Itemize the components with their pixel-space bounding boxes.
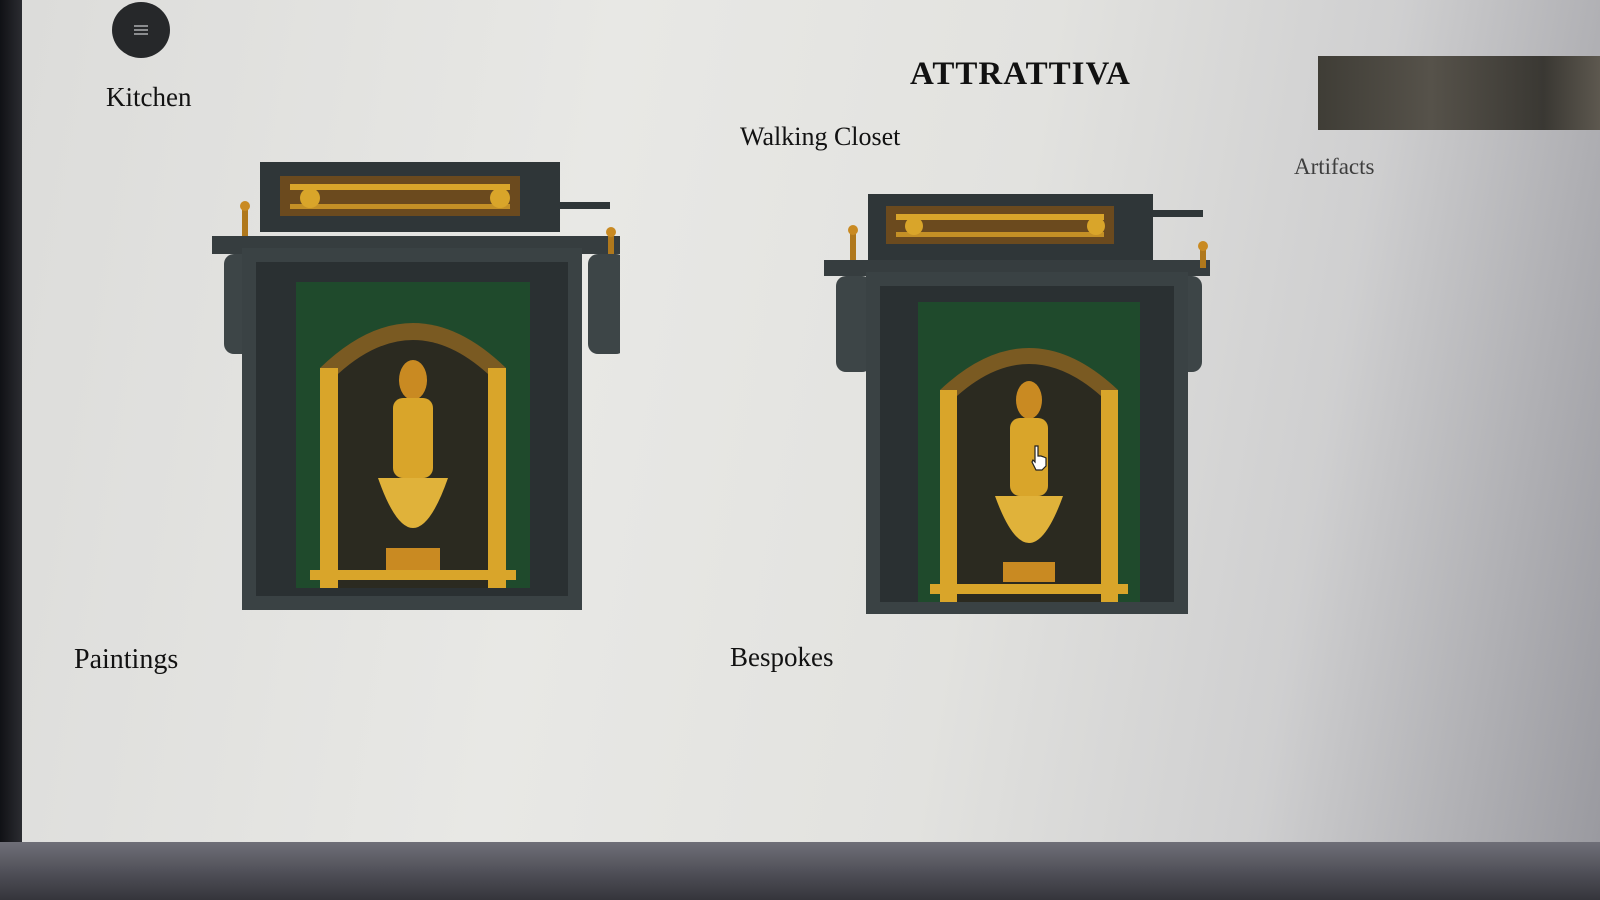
menu-button[interactable] xyxy=(112,2,170,58)
nav-link-kitchen[interactable]: Kitchen xyxy=(106,82,191,113)
gallery-image-2[interactable] xyxy=(800,190,1210,615)
gallery-image-1[interactable] xyxy=(190,158,620,613)
hamburger-icon xyxy=(134,25,148,35)
nav-link-bespokes[interactable]: Bespokes xyxy=(730,642,834,673)
page-screen: Kitchen ATTRATTIVA Walking Closet Artifa… xyxy=(22,0,1600,842)
monitor-bezel-bottom xyxy=(0,842,1600,900)
nav-link-paintings[interactable]: Paintings xyxy=(74,644,178,676)
hand-cursor-icon xyxy=(1031,445,1047,471)
nav-link-artifacts[interactable]: Artifacts xyxy=(1294,154,1374,180)
site-title[interactable]: ATTRATTIVA xyxy=(910,56,1131,93)
header-image xyxy=(1318,56,1600,130)
monitor-bezel-left xyxy=(0,0,22,900)
nav-link-walking-closet[interactable]: Walking Closet xyxy=(740,122,900,152)
